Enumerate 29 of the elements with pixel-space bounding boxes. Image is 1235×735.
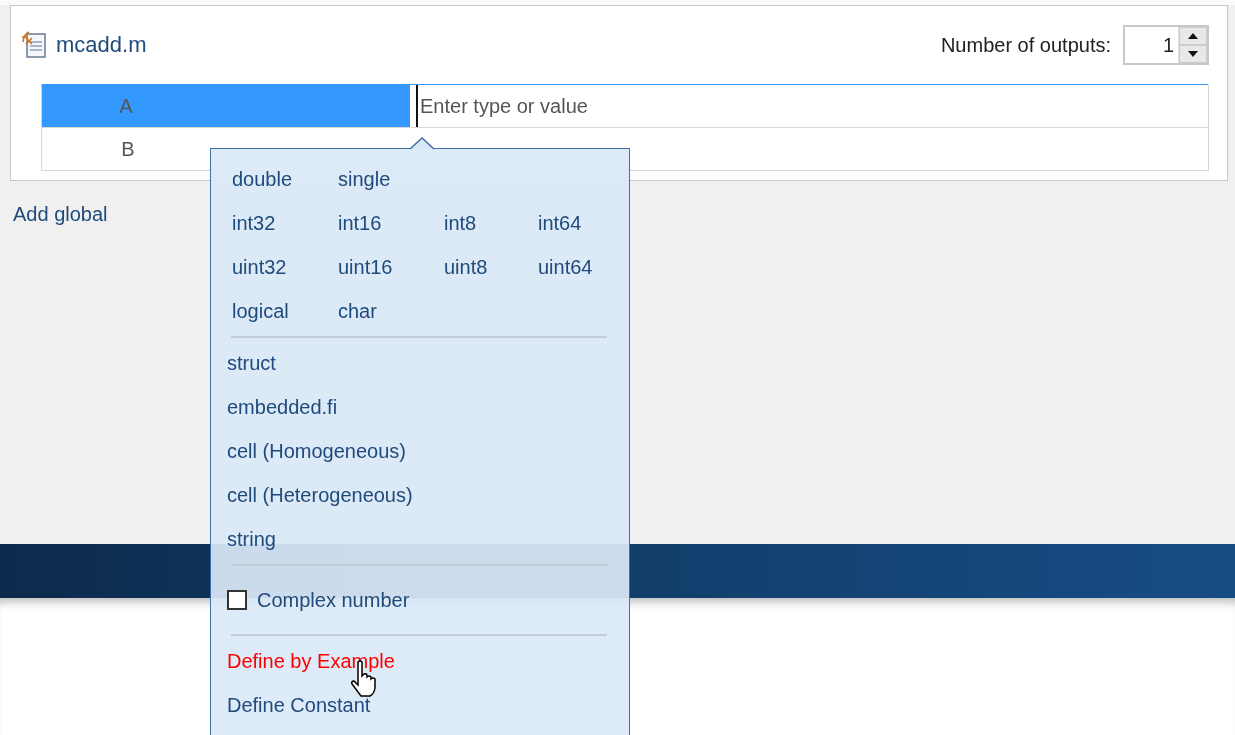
type-option[interactable]: int16 [338,201,444,245]
type-option[interactable]: uint32 [232,245,338,289]
type-option[interactable]: uint64 [538,245,628,289]
checkbox[interactable] [227,590,247,610]
type-option[interactable]: int32 [232,201,338,245]
input-name[interactable]: B [121,138,135,160]
menu-item[interactable]: embedded.fi [227,385,344,429]
type-input-field[interactable]: Enter type or value [420,94,840,118]
menu-item[interactable]: struct [227,341,282,385]
up-arrow-icon[interactable] [1188,33,1198,39]
type-option[interactable]: uint8 [444,245,538,289]
type-option[interactable]: logical [232,289,338,333]
type-option[interactable]: double [232,157,338,201]
type-option[interactable]: uint16 [338,245,444,289]
checkbox-label[interactable]: Complex number [257,588,410,612]
outputs-spinner[interactable]: 1 [1123,25,1209,65]
outputs-label: Number of outputs: [940,33,1111,57]
menu-item[interactable]: string [227,517,282,561]
menu-item[interactable]: Define Constant [227,683,377,727]
menu-item[interactable]: cell (Heterogeneous) [227,473,419,517]
type-option[interactable]: char [338,289,444,333]
function-file-icon [20,30,48,60]
down-arrow-icon[interactable] [1188,51,1198,57]
add-global-link[interactable]: Add global [13,203,108,226]
type-option[interactable]: int8 [444,201,538,245]
type-option[interactable]: int64 [538,201,628,245]
menu-item[interactable]: cell (Homogeneous) [227,429,412,473]
type-option[interactable]: single [338,157,444,201]
file-name: mcadd.m [56,32,147,58]
